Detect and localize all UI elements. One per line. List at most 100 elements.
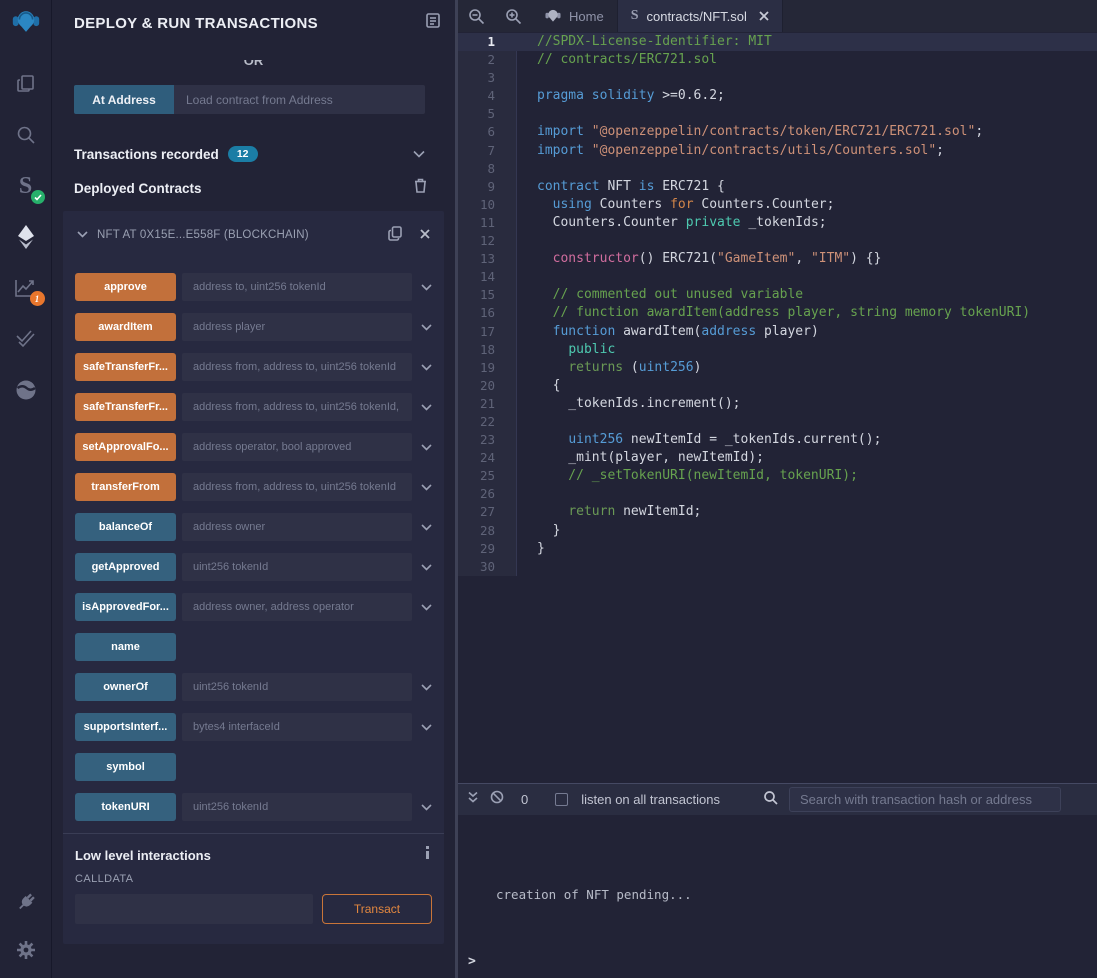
chevron-down-icon[interactable] xyxy=(412,404,432,411)
code-line[interactable]: 9contract NFT is ERC721 { xyxy=(458,178,1097,196)
at-address-button[interactable]: At Address xyxy=(74,85,174,114)
function-button-isapprovedfor[interactable]: isApprovedFor... xyxy=(75,593,176,621)
file-explorer-icon[interactable] xyxy=(12,70,40,98)
tab-nft-sol[interactable]: S contracts/NFT.sol xyxy=(618,0,783,32)
terminal-clear-icon[interactable] xyxy=(490,790,504,809)
function-args-input[interactable] xyxy=(182,673,412,701)
plugin-manager-icon[interactable] xyxy=(12,888,40,916)
function-button-safetransferfr[interactable]: safeTransferFr... xyxy=(75,393,176,421)
function-button-approve[interactable]: approve xyxy=(75,273,176,301)
function-args-input[interactable] xyxy=(182,433,412,461)
function-args-input[interactable] xyxy=(182,473,412,501)
code-line[interactable]: 26 xyxy=(458,485,1097,503)
code-line[interactable]: 1//SPDX-License-Identifier: MIT xyxy=(458,33,1097,51)
function-args-input[interactable] xyxy=(182,353,412,381)
function-args-input[interactable] xyxy=(182,593,412,621)
function-button-setapprovalfo[interactable]: setApprovalFo... xyxy=(75,433,176,461)
chevron-down-icon[interactable] xyxy=(412,724,432,731)
settings-gear-icon[interactable] xyxy=(12,936,40,964)
solidity-compiler-icon[interactable]: S xyxy=(12,172,40,200)
chevron-down-icon[interactable] xyxy=(413,145,425,163)
code-line[interactable]: 11 Counters.Counter private _tokenIds; xyxy=(458,214,1097,232)
code-line[interactable]: 2// contracts/ERC721.sol xyxy=(458,51,1097,69)
code-line[interactable]: 20 { xyxy=(458,377,1097,395)
trash-icon[interactable] xyxy=(414,178,427,198)
copy-icon[interactable] xyxy=(388,226,402,244)
code-line[interactable]: 30 xyxy=(458,558,1097,576)
function-button-ownerof[interactable]: ownerOf xyxy=(75,673,176,701)
code-line[interactable]: 7import "@openzeppelin/contracts/utils/C… xyxy=(458,142,1097,160)
search-icon[interactable] xyxy=(12,121,40,149)
function-args-input[interactable] xyxy=(182,313,412,341)
function-button-tokenuri[interactable]: tokenURI xyxy=(75,793,176,821)
zoom-out-icon[interactable] xyxy=(458,0,495,32)
chevron-down-icon[interactable] xyxy=(412,284,432,291)
function-args-input[interactable] xyxy=(182,713,412,741)
documentation-icon[interactable] xyxy=(426,13,440,33)
code-line[interactable]: 5 xyxy=(458,105,1097,123)
terminal-search-input[interactable] xyxy=(789,787,1061,812)
close-icon[interactable] xyxy=(420,229,430,242)
code-line[interactable]: 12 xyxy=(458,232,1097,250)
code-line[interactable]: 17 function awardItem(address player) xyxy=(458,323,1097,341)
deploy-run-icon[interactable] xyxy=(12,223,40,251)
function-button-name[interactable]: name xyxy=(75,633,176,661)
code-line[interactable]: 13 constructor() ERC721("GameItem", "ITM… xyxy=(458,250,1097,268)
function-button-awarditem[interactable]: awardItem xyxy=(75,313,176,341)
tab-close-icon[interactable] xyxy=(759,9,769,24)
tab-home[interactable]: Home xyxy=(532,0,618,32)
code-line[interactable]: 15 // commented out unused variable xyxy=(458,286,1097,304)
contract-function-row: balanceOf xyxy=(75,513,432,541)
function-args-input[interactable] xyxy=(182,793,412,821)
sourcify-icon[interactable] xyxy=(12,376,40,404)
code-line[interactable]: 3 xyxy=(458,69,1097,87)
chevron-down-icon[interactable] xyxy=(412,564,432,571)
code-line[interactable]: 19 returns (uint256) xyxy=(458,359,1097,377)
code-line[interactable]: 23 uint256 newItemId = _tokenIds.current… xyxy=(458,431,1097,449)
unit-testing-icon[interactable] xyxy=(12,325,40,353)
code-line[interactable]: 27 return newItemId; xyxy=(458,503,1097,521)
function-args-input[interactable] xyxy=(182,393,412,421)
calldata-input[interactable] xyxy=(75,894,313,924)
chevron-down-icon[interactable] xyxy=(412,444,432,451)
code-line[interactable]: 6import "@openzeppelin/contracts/token/E… xyxy=(458,123,1097,141)
code-line[interactable]: 25 // _setTokenURI(newItemId, tokenURI); xyxy=(458,467,1097,485)
code-line[interactable]: 24 _mint(player, newItemId); xyxy=(458,449,1097,467)
function-args-input[interactable] xyxy=(182,553,412,581)
code-line[interactable]: 22 xyxy=(458,413,1097,431)
function-button-symbol[interactable]: symbol xyxy=(75,753,176,781)
function-button-safetransferfr[interactable]: safeTransferFr... xyxy=(75,353,176,381)
chevron-down-icon[interactable] xyxy=(412,364,432,371)
code-line[interactable]: 16 // function awardItem(address player,… xyxy=(458,304,1097,322)
chevron-down-icon[interactable] xyxy=(412,484,432,491)
chevron-down-icon[interactable] xyxy=(412,604,432,611)
chevron-down-icon[interactable] xyxy=(412,324,432,331)
static-analysis-icon[interactable]: 1 xyxy=(12,274,40,302)
transact-button[interactable]: Transact xyxy=(322,894,432,924)
function-args-input[interactable] xyxy=(182,273,412,301)
info-icon[interactable] xyxy=(425,846,430,864)
chevron-down-icon[interactable] xyxy=(412,684,432,691)
terminal-output[interactable]: creation of NFT pending... > xyxy=(458,815,1097,978)
code-line[interactable]: 14 xyxy=(458,268,1097,286)
function-args-input[interactable] xyxy=(182,513,412,541)
code-line[interactable]: 18 public xyxy=(458,341,1097,359)
code-line[interactable]: 10 using Counters for Counters.Counter; xyxy=(458,196,1097,214)
code-line[interactable]: 4pragma solidity >=0.6.2; xyxy=(458,87,1097,105)
chevron-down-icon[interactable] xyxy=(77,229,88,241)
function-button-transferfrom[interactable]: transferFrom xyxy=(75,473,176,501)
code-line[interactable]: 8 xyxy=(458,160,1097,178)
function-button-balanceof[interactable]: balanceOf xyxy=(75,513,176,541)
code-line[interactable]: 28 } xyxy=(458,522,1097,540)
function-button-supportsinterf[interactable]: supportsInterf... xyxy=(75,713,176,741)
code-line[interactable]: 29} xyxy=(458,540,1097,558)
listen-all-checkbox[interactable] xyxy=(555,793,568,806)
chevron-down-icon[interactable] xyxy=(412,804,432,811)
terminal-expand-icon[interactable] xyxy=(467,791,479,809)
code-line[interactable]: 21 _tokenIds.increment(); xyxy=(458,395,1097,413)
function-button-getapproved[interactable]: getApproved xyxy=(75,553,176,581)
zoom-in-icon[interactable] xyxy=(495,0,532,32)
at-address-input[interactable] xyxy=(174,85,425,114)
chevron-down-icon[interactable] xyxy=(412,524,432,531)
code-editor[interactable]: 1//SPDX-License-Identifier: MIT2// contr… xyxy=(458,32,1097,783)
